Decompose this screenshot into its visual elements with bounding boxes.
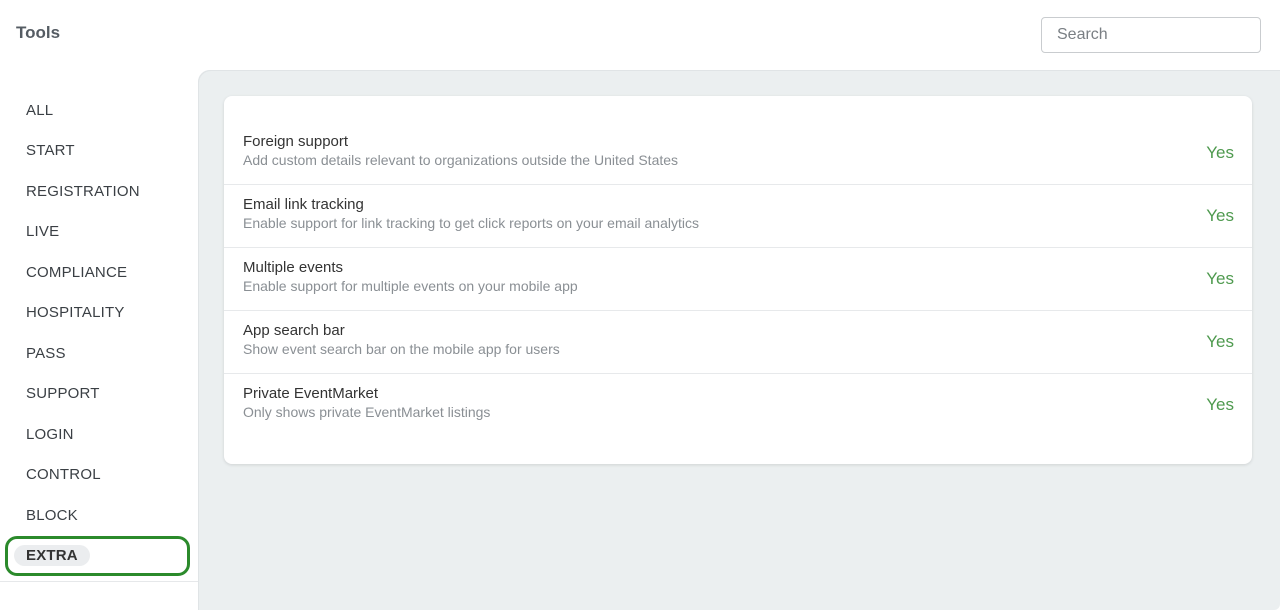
setting-title: App search bar [243, 322, 345, 339]
setting-row-multiple-events: Multiple events Enable support for multi… [224, 248, 1252, 311]
main-panel: Foreign support Add custom details relev… [198, 70, 1280, 610]
settings-card: Foreign support Add custom details relev… [224, 96, 1252, 464]
setting-description: Enable support for multiple events on yo… [243, 278, 578, 294]
sidebar: ALL START REGISTRATION LIVE COMPLIANCE H… [0, 72, 198, 582]
setting-row-app-search-bar: App search bar Show event search bar on … [224, 311, 1252, 374]
setting-title: Email link tracking [243, 196, 364, 213]
setting-value-toggle[interactable]: Yes [1206, 143, 1234, 163]
sidebar-item-support[interactable]: SUPPORT [26, 385, 100, 402]
setting-description: Show event search bar on the mobile app … [243, 341, 560, 357]
sidebar-item-control[interactable]: CONTROL [26, 466, 101, 483]
sidebar-item-start[interactable]: START [26, 142, 75, 159]
setting-value-toggle[interactable]: Yes [1206, 332, 1234, 352]
setting-value-toggle[interactable]: Yes [1206, 395, 1234, 415]
page-title: Tools [16, 23, 61, 42]
setting-title: Private EventMarket [243, 385, 379, 402]
setting-value-toggle[interactable]: Yes [1206, 269, 1234, 289]
sidebar-item-compliance[interactable]: COMPLIANCE [26, 264, 127, 281]
sidebar-item-pass[interactable]: PASS [26, 345, 66, 362]
sidebar-item-all[interactable]: ALL [26, 102, 53, 119]
search-input[interactable] [1041, 17, 1261, 53]
setting-row-foreign-support: Foreign support Add custom details relev… [224, 122, 1252, 185]
sidebar-item-live[interactable]: LIVE [26, 223, 59, 240]
setting-title: Multiple events [243, 259, 344, 276]
setting-description: Enable support for link tracking to get … [243, 215, 699, 231]
sidebar-item-extra[interactable]: EXTRA [14, 545, 90, 566]
setting-description: Add custom details relevant to organizat… [243, 152, 679, 168]
setting-description: Only shows private EventMarket listings [243, 404, 491, 420]
setting-row-email-link-tracking: Email link tracking Enable support for l… [224, 185, 1252, 248]
sidebar-item-block[interactable]: BLOCK [26, 507, 78, 524]
sidebar-item-registration[interactable]: REGISTRATION [26, 183, 140, 200]
setting-value-toggle[interactable]: Yes [1206, 206, 1234, 226]
sidebar-item-hospitality[interactable]: HOSPITALITY [26, 304, 125, 321]
sidebar-item-login[interactable]: LOGIN [26, 426, 74, 443]
setting-title: Foreign support [243, 133, 349, 150]
setting-row-private-eventmarket: Private EventMarket Only shows private E… [224, 374, 1252, 437]
